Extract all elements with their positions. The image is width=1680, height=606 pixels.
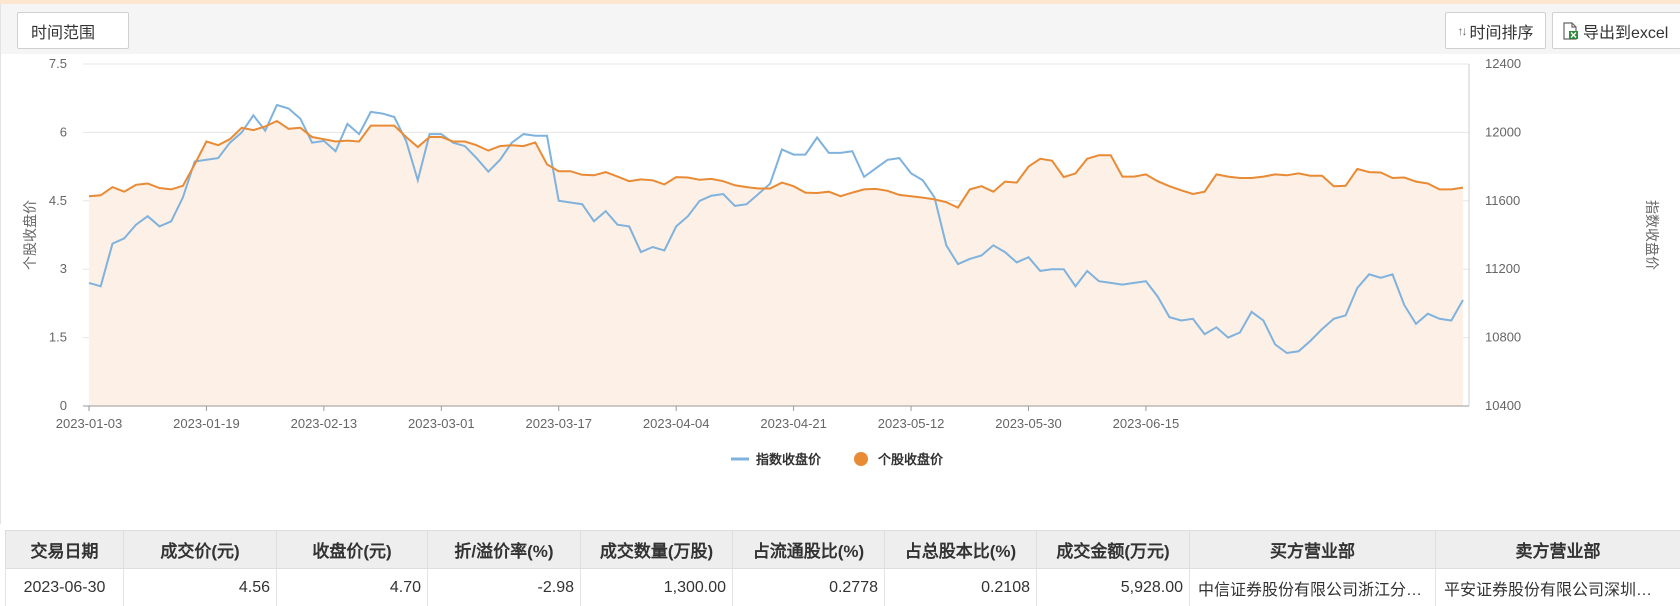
x-tick-label: 2023-03-01 bbox=[408, 416, 475, 431]
y-left-tick-label: 6 bbox=[60, 124, 67, 139]
toolbar: 时间范围 ↑↓ 时间排序 导出到excel bbox=[0, 4, 1680, 54]
time-range-button[interactable]: 时间范围 bbox=[17, 12, 129, 49]
volume-cell: 1,300.00 bbox=[580, 568, 733, 606]
legend-index-label: 指数收盘价 bbox=[756, 452, 822, 467]
legend-item-index[interactable]: 指数收盘价 bbox=[731, 452, 822, 467]
close-price-cell: 4.70 bbox=[276, 568, 428, 606]
y-right-tick-label: 11200 bbox=[1485, 261, 1520, 276]
export-excel-button[interactable]: 导出到excel bbox=[1552, 12, 1680, 49]
time-sort-label: 时间排序 bbox=[1469, 24, 1534, 42]
y-left-tick-label: 3 bbox=[60, 261, 67, 276]
y-left-tick-label: 7.5 bbox=[49, 56, 67, 71]
y-left-tick-label: 0 bbox=[60, 398, 67, 413]
legend-stock-swatch bbox=[854, 452, 868, 466]
trade-date-cell: 2023-06-30 bbox=[5, 568, 124, 606]
table-header-cell[interactable]: 交易日期 bbox=[5, 530, 124, 569]
table-header-cell[interactable]: 成交价(元) bbox=[123, 530, 277, 569]
legend-stock-label: 个股收盘价 bbox=[877, 452, 944, 467]
table-header-cell[interactable]: 折/溢价率(%) bbox=[427, 530, 581, 569]
table-header-cell[interactable]: 卖方营业部 bbox=[1435, 530, 1680, 569]
legend-item-stock[interactable]: 个股收盘价 bbox=[854, 452, 944, 467]
table-header-cell[interactable]: 占总股本比(%) bbox=[884, 530, 1037, 569]
y-right-tick-label: 10400 bbox=[1485, 398, 1521, 413]
time-range-label: 时间范围 bbox=[31, 24, 96, 42]
chart-legend[interactable]: 指数收盘价 个股收盘价 bbox=[731, 452, 944, 467]
table-header-row: 交易日期 成交价(元) 收盘价(元) 折/溢价率(%) 成交数量(万股) 占流通… bbox=[5, 530, 1680, 569]
chart-area: 0 1.5 3 4.5 6 7.5 10400 10800 11200 11600 12000 124… bbox=[0, 54, 1680, 524]
block-trade-table: 交易日期 成交价(元) 收盘价(元) 折/溢价率(%) 成交数量(万股) 占流通… bbox=[5, 530, 1680, 606]
excel-export-icon bbox=[1563, 21, 1578, 40]
table-header-cell[interactable]: 占流通股比(%) bbox=[732, 530, 885, 569]
y-left-tick-label: 4.5 bbox=[49, 193, 67, 208]
table-header-cell[interactable]: 收盘价(元) bbox=[276, 530, 428, 569]
x-tick-label: 2023-02-13 bbox=[291, 416, 358, 431]
x-tick-label: 2023-05-12 bbox=[878, 416, 945, 431]
x-tick-label: 2023-03-17 bbox=[525, 416, 592, 431]
x-tick-label: 2023-04-21 bbox=[760, 416, 827, 431]
price-chart: 0 1.5 3 4.5 6 7.5 10400 10800 11200 11600 12000 124… bbox=[22, 56, 1660, 467]
y-right-tick-label: 10800 bbox=[1485, 330, 1521, 345]
premium-rate-cell: -2.98 bbox=[427, 568, 581, 606]
x-tick-label: 2023-06-15 bbox=[1113, 416, 1180, 431]
sort-arrows-icon: ↑↓ bbox=[1457, 23, 1467, 38]
table-header-cell[interactable]: 买方营业部 bbox=[1189, 530, 1436, 569]
seller-branch-cell[interactable]: 平安证券股份有限公司深圳… bbox=[1435, 568, 1680, 606]
table-row[interactable]: 2023-06-30 4.56 4.70 -2.98 1,300.00 0.27… bbox=[5, 568, 1680, 606]
time-sort-button[interactable]: ↑↓ 时间排序 bbox=[1445, 12, 1546, 49]
y-left-tick-label: 1.5 bbox=[49, 330, 67, 345]
y-right-tick-label: 11600 bbox=[1485, 193, 1520, 208]
trade-price-cell: 4.56 bbox=[123, 568, 277, 606]
x-tick-label: 2023-01-19 bbox=[173, 416, 240, 431]
x-tick-label: 2023-05-30 bbox=[995, 416, 1062, 431]
x-tick-label: 2023-01-03 bbox=[56, 416, 123, 431]
float-share-ratio-cell: 0.2778 bbox=[732, 568, 885, 606]
buyer-branch-cell[interactable]: 中信证券股份有限公司浙江分… bbox=[1189, 568, 1436, 606]
x-tick-label: 2023-04-04 bbox=[643, 416, 710, 431]
amount-cell: 5,928.00 bbox=[1036, 568, 1190, 606]
table-header-cell[interactable]: 成交金额(万元) bbox=[1036, 530, 1190, 569]
total-share-ratio-cell: 0.2108 bbox=[884, 568, 1037, 606]
table-header-cell[interactable]: 成交数量(万股) bbox=[580, 530, 733, 569]
y-right-tick-label: 12000 bbox=[1485, 124, 1521, 139]
y-left-axis-title: 个股收盘价 bbox=[22, 200, 38, 270]
export-excel-label: 导出到excel bbox=[1583, 24, 1669, 42]
y-right-axis-title: 指数收盘价 bbox=[1644, 200, 1660, 270]
y-right-tick-label: 12400 bbox=[1485, 56, 1521, 71]
